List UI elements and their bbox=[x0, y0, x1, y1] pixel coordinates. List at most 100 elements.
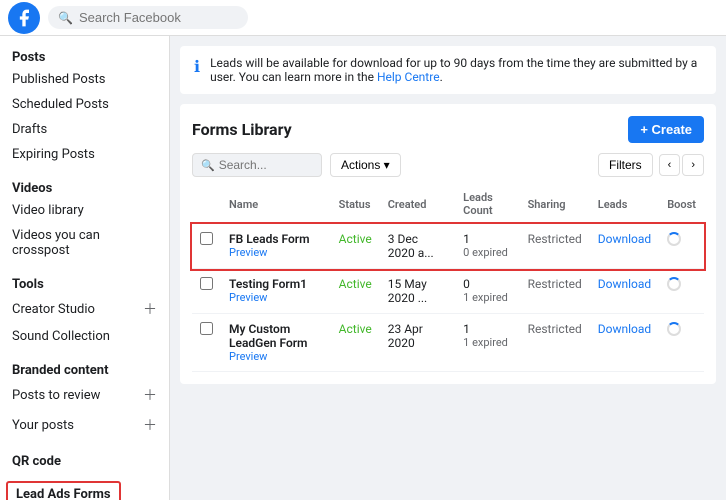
sidebar-item-drafts[interactable]: Drafts bbox=[0, 117, 169, 142]
row-status: Active bbox=[331, 224, 380, 269]
table-header: Name Status Created Leads Count Sharing … bbox=[192, 185, 704, 224]
boost-spinner bbox=[667, 232, 681, 246]
row-checkbox-input[interactable] bbox=[200, 232, 213, 245]
sharing-status: Restricted bbox=[528, 322, 582, 336]
row-name-cell: FB Leads Form Preview bbox=[221, 224, 331, 269]
row-created: 3 Dec 2020 a... bbox=[380, 224, 455, 269]
col-status: Status bbox=[331, 185, 380, 224]
sidebar-section-branded: Branded content Posts to review ＋ Your p… bbox=[0, 357, 169, 440]
next-page-button[interactable]: › bbox=[682, 154, 704, 176]
row-checkbox[interactable] bbox=[192, 269, 221, 314]
status-active: Active bbox=[339, 277, 372, 291]
panel-header: Forms Library + Create bbox=[192, 116, 704, 143]
status-active: Active bbox=[339, 322, 372, 336]
expand-icon: ＋ bbox=[143, 299, 157, 319]
prev-page-button[interactable]: ‹ bbox=[659, 154, 681, 176]
section-title-posts: Posts bbox=[0, 44, 169, 67]
row-checkbox-input[interactable] bbox=[200, 277, 213, 290]
section-title-branded: Branded content bbox=[0, 357, 169, 380]
pagination-arrows: ‹ › bbox=[659, 154, 704, 176]
leads-count-number: 1 bbox=[463, 322, 511, 336]
form-preview-link[interactable]: Preview bbox=[229, 246, 323, 259]
row-status: Active bbox=[331, 314, 380, 372]
form-name: Testing Form1 bbox=[229, 277, 323, 291]
sidebar-item-scheduled-posts[interactable]: Scheduled Posts bbox=[0, 92, 169, 117]
sidebar-item-posts-to-review[interactable]: Posts to review ＋ bbox=[0, 380, 169, 410]
sidebar-item-published-posts[interactable]: Published Posts bbox=[0, 67, 169, 92]
leads-count-number: 0 bbox=[463, 277, 511, 291]
forms-table: Name Status Created Leads Count Sharing … bbox=[192, 185, 704, 372]
help-centre-link[interactable]: Help Centre bbox=[377, 70, 440, 84]
col-sharing: Sharing bbox=[520, 185, 590, 224]
sidebar-section-tools: Tools Creator Studio ＋ Sound Collection bbox=[0, 271, 169, 349]
table-row: My Custom LeadGen Form Preview Active 23… bbox=[192, 314, 704, 372]
expand-icon-3: ＋ bbox=[143, 415, 157, 435]
search-input[interactable] bbox=[79, 10, 238, 25]
sidebar-item-your-posts[interactable]: Your posts ＋ bbox=[0, 410, 169, 440]
expand-icon-2: ＋ bbox=[143, 385, 157, 405]
section-title-qrcode: QR code bbox=[0, 448, 169, 471]
row-leads-action[interactable]: Download bbox=[590, 269, 659, 314]
row-sharing: Restricted bbox=[520, 314, 590, 372]
row-leads-count: 1 0 expired bbox=[455, 224, 519, 269]
create-button[interactable]: + Create bbox=[628, 116, 704, 143]
row-name-cell: Testing Form1 Preview bbox=[221, 269, 331, 314]
filters-button[interactable]: Filters bbox=[598, 153, 653, 177]
topbar: 🔍 bbox=[0, 0, 726, 36]
search-bar[interactable]: 🔍 bbox=[48, 6, 248, 29]
download-link[interactable]: Download bbox=[598, 322, 651, 336]
download-link[interactable]: Download bbox=[598, 232, 651, 246]
form-preview-link[interactable]: Preview bbox=[229, 350, 323, 363]
row-sharing: Restricted bbox=[520, 269, 590, 314]
download-link[interactable]: Download bbox=[598, 277, 651, 291]
toolbar-right: Filters ‹ › bbox=[598, 153, 704, 177]
row-leads-count: 1 1 expired bbox=[455, 314, 519, 372]
facebook-logo bbox=[8, 2, 40, 34]
section-title-lead-ads: Lead Ads Forms bbox=[6, 481, 121, 500]
sidebar-item-creator-studio[interactable]: Creator Studio ＋ bbox=[0, 294, 169, 324]
sidebar-section-qrcode: QR code bbox=[0, 448, 169, 471]
boost-spinner bbox=[667, 322, 681, 336]
row-checkbox[interactable] bbox=[192, 224, 221, 269]
col-name: Name bbox=[221, 185, 331, 224]
row-created: 23 Apr 2020 bbox=[380, 314, 455, 372]
section-title-tools: Tools bbox=[0, 271, 169, 294]
search-small-icon: 🔍 bbox=[201, 159, 215, 172]
sharing-status: Restricted bbox=[528, 277, 582, 291]
row-boost bbox=[659, 269, 704, 314]
sidebar-item-crosspost-videos[interactable]: Videos you can crosspost bbox=[0, 223, 169, 263]
toolbar: 🔍 Actions ▾ Filters ‹ › bbox=[192, 153, 704, 177]
sidebar-item-expiring-posts[interactable]: Expiring Posts bbox=[0, 142, 169, 167]
row-name-cell: My Custom LeadGen Form Preview bbox=[221, 314, 331, 372]
sidebar: Posts Published Posts Scheduled Posts Dr… bbox=[0, 36, 170, 500]
table-row: Testing Form1 Preview Active 15 May 2020… bbox=[192, 269, 704, 314]
forms-library-panel: Forms Library + Create 🔍 Actions ▾ Filte… bbox=[180, 104, 716, 384]
row-checkbox[interactable] bbox=[192, 314, 221, 372]
row-leads-action[interactable]: Download bbox=[590, 224, 659, 269]
sidebar-section-posts: Posts Published Posts Scheduled Posts Dr… bbox=[0, 44, 169, 167]
boost-spinner bbox=[667, 277, 681, 291]
form-name: FB Leads Form bbox=[229, 232, 323, 246]
sidebar-section-videos: Videos Video library Videos you can cros… bbox=[0, 175, 169, 263]
leads-expired: 1 expired bbox=[463, 291, 511, 304]
toolbar-search[interactable]: 🔍 bbox=[192, 153, 322, 177]
row-sharing: Restricted bbox=[520, 224, 590, 269]
table-search-input[interactable] bbox=[219, 158, 313, 172]
row-created: 15 May 2020 ... bbox=[380, 269, 455, 314]
info-banner: ℹ Leads will be available for download f… bbox=[180, 46, 716, 94]
sidebar-section-lead-ads: Lead Ads Forms Forms Library ← Draft for… bbox=[0, 479, 169, 500]
row-boost bbox=[659, 314, 704, 372]
sidebar-item-video-library[interactable]: Video library bbox=[0, 198, 169, 223]
col-checkbox bbox=[192, 185, 221, 224]
row-leads-action[interactable]: Download bbox=[590, 314, 659, 372]
table-row: FB Leads Form Preview Active 3 Dec 2020 … bbox=[192, 224, 704, 269]
row-checkbox-input[interactable] bbox=[200, 322, 213, 335]
table-body: FB Leads Form Preview Active 3 Dec 2020 … bbox=[192, 224, 704, 372]
sidebar-item-sound-collection[interactable]: Sound Collection bbox=[0, 324, 169, 349]
banner-text: Leads will be available for download for… bbox=[210, 56, 702, 84]
status-active: Active bbox=[339, 232, 372, 246]
actions-button[interactable]: Actions ▾ bbox=[330, 153, 401, 177]
form-preview-link[interactable]: Preview bbox=[229, 291, 323, 304]
row-status: Active bbox=[331, 269, 380, 314]
sharing-status: Restricted bbox=[528, 232, 582, 246]
